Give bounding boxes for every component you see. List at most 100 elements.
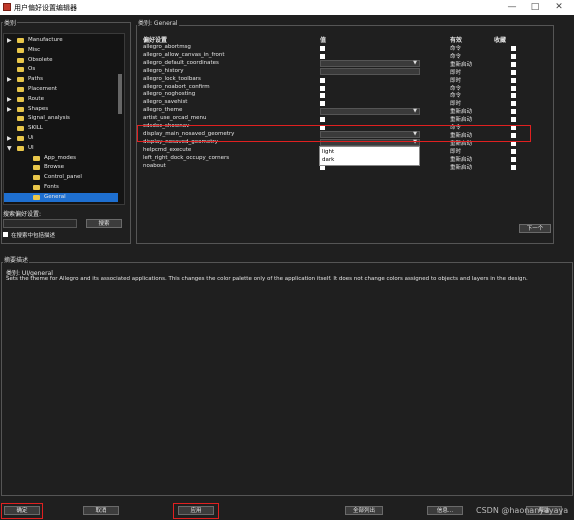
setting-value-checkbox[interactable] (320, 85, 325, 91)
favorite-checkbox[interactable] (511, 85, 516, 91)
maximize-button[interactable]: □ (527, 1, 543, 13)
info-button[interactable]: 信息... (427, 506, 463, 515)
setting-value-checkbox[interactable] (320, 77, 325, 83)
favorite-checkbox[interactable] (511, 93, 516, 99)
favorite-checkbox[interactable] (511, 101, 516, 107)
next-button[interactable]: 下一个 (519, 224, 551, 233)
tree-item-label: General (44, 193, 66, 200)
search-button[interactable]: 搜索 (86, 219, 122, 228)
favorite-checkbox[interactable] (511, 53, 516, 59)
minimize-button[interactable]: — (504, 1, 520, 13)
setting-value-input[interactable] (320, 68, 420, 76)
favorite-checkbox[interactable] (511, 77, 516, 83)
search-label: 搜索偏好设置: (3, 211, 42, 218)
tree-item[interactable]: Obsolete (4, 56, 118, 65)
tree-item[interactable]: Placement (4, 85, 118, 94)
header-value[interactable]: 值 (320, 35, 326, 44)
header-effective[interactable]: 有效 (450, 35, 462, 44)
expand-arrow-icon[interactable]: ▶ (7, 76, 12, 83)
favorite-checkbox[interactable] (511, 164, 516, 170)
include-description-checkbox[interactable] (3, 232, 8, 237)
tree-item[interactable]: General (4, 192, 118, 202)
dropdown-option-light[interactable]: light (322, 149, 334, 155)
tree-item[interactable]: ▶ Shapes (4, 105, 118, 114)
favorite-checkbox[interactable] (511, 148, 516, 154)
watermark: CSDN @haonanyayaya (476, 506, 569, 515)
setting-name[interactable]: left_right_dock_occupy_corners (143, 155, 229, 161)
favorite-checkbox[interactable] (511, 156, 516, 162)
favorite-checkbox[interactable] (511, 69, 516, 75)
setting-effective: 命令 (450, 46, 462, 52)
tree-item-label: Signal_analysis (28, 115, 70, 122)
setting-name[interactable]: allegro_allow_canvas_in_front (143, 52, 225, 58)
description-group (1, 262, 573, 496)
expand-arrow-icon[interactable]: ▶ (7, 37, 12, 44)
tree-item[interactable]: Control_panel (4, 173, 118, 182)
setting-value-checkbox[interactable] (320, 46, 325, 51)
expand-arrow-icon[interactable]: ▶ (7, 135, 12, 142)
setting-value-checkbox[interactable] (320, 117, 325, 123)
setting-name[interactable]: helpcmd_execute (143, 147, 191, 153)
tree-scrollbar-thumb[interactable] (118, 74, 122, 114)
dropdown-arrow-icon[interactable]: ▼ (413, 60, 417, 66)
category-group-label: 类别 (3, 18, 18, 27)
tree-item[interactable]: ▶ Manufacture (4, 36, 118, 45)
folder-icon (17, 96, 24, 102)
setting-effective: 命令 (450, 85, 462, 92)
setting-name[interactable]: allegro_abortmsg (143, 44, 191, 50)
search-input[interactable] (3, 219, 77, 228)
setting-name[interactable]: allegro_history (143, 68, 183, 74)
setting-name[interactable]: allegro_default_coordinates (143, 60, 219, 66)
close-button[interactable]: ✕ (551, 1, 567, 13)
setting-name[interactable]: allegro_lock_toolbars (143, 76, 201, 82)
tree-scrollbar[interactable] (117, 36, 123, 204)
tree-item-label: Placement (28, 86, 58, 92)
tree-item[interactable]: Os (4, 65, 118, 74)
favorite-checkbox[interactable] (511, 61, 516, 67)
tree-item[interactable]: ▶ Ui (4, 134, 118, 143)
expand-arrow-icon[interactable]: ▶ (7, 106, 12, 113)
folder-icon (17, 57, 24, 63)
dropdown-option-dark[interactable]: dark (322, 157, 334, 163)
theme-dropdown-list[interactable]: light dark (319, 146, 420, 166)
cancel-button[interactable]: 取消 (83, 506, 119, 515)
include-description-label: 在搜索中包括描述 (11, 233, 56, 239)
tree-item[interactable]: App_modes (4, 154, 118, 163)
setting-value-checkbox[interactable] (320, 93, 325, 99)
setting-name[interactable]: allegro_theme (143, 107, 182, 113)
header-preference[interactable]: 偏好设置 (143, 35, 167, 44)
tree-item-label: Fonts (44, 184, 59, 190)
setting-name[interactable]: noabout (143, 163, 166, 169)
folder-icon (17, 136, 24, 141)
setting-effective: 重新启动 (450, 117, 473, 124)
favorite-checkbox[interactable] (511, 117, 516, 123)
tree-item[interactable]: ▼ UI (4, 144, 118, 153)
setting-name[interactable]: allegro_savehist (143, 99, 187, 105)
setting-name[interactable]: allegro_noghosting (143, 91, 195, 97)
tree-item-label: Shapes (28, 105, 49, 112)
description-text: Sets the theme for Allegro and its assoc… (6, 276, 528, 282)
tree-item[interactable]: ▶ Paths (4, 75, 118, 84)
category-tree[interactable]: ▶ Manufacture Misc Obsolete Os ▶ Paths Placemen… (3, 33, 125, 205)
tree-item[interactable]: Fonts (4, 183, 118, 192)
header-favorite[interactable]: 收藏 (494, 35, 506, 44)
expand-arrow-icon[interactable]: ▶ (7, 96, 12, 103)
setting-value-combobox[interactable]: ▼ (320, 107, 420, 115)
tree-item[interactable]: ▶ Route (4, 95, 118, 104)
tree-item[interactable]: Browse (4, 163, 118, 172)
setting-value-combobox[interactable]: ▼ (320, 60, 420, 68)
tree-item[interactable]: SKILL (4, 124, 118, 133)
tree-item[interactable]: Misc (4, 46, 118, 55)
list-all-button[interactable]: 全部列出 (345, 506, 383, 515)
setting-name[interactable]: artist_use_orcad_menu (143, 115, 206, 121)
setting-value-checkbox[interactable] (320, 101, 325, 107)
folder-icon (17, 77, 24, 83)
collapse-arrow-icon[interactable]: ▼ (7, 145, 12, 152)
setting-name[interactable]: allegro_noabort_confirm (143, 84, 210, 90)
dropdown-arrow-icon[interactable]: ▼ (413, 108, 417, 114)
tree-item-label: Route (28, 95, 44, 102)
setting-value-checkbox[interactable] (320, 53, 325, 59)
favorite-checkbox[interactable] (511, 109, 516, 115)
tree-item[interactable]: Signal_analysis (4, 114, 118, 123)
favorite-checkbox[interactable] (511, 46, 516, 51)
